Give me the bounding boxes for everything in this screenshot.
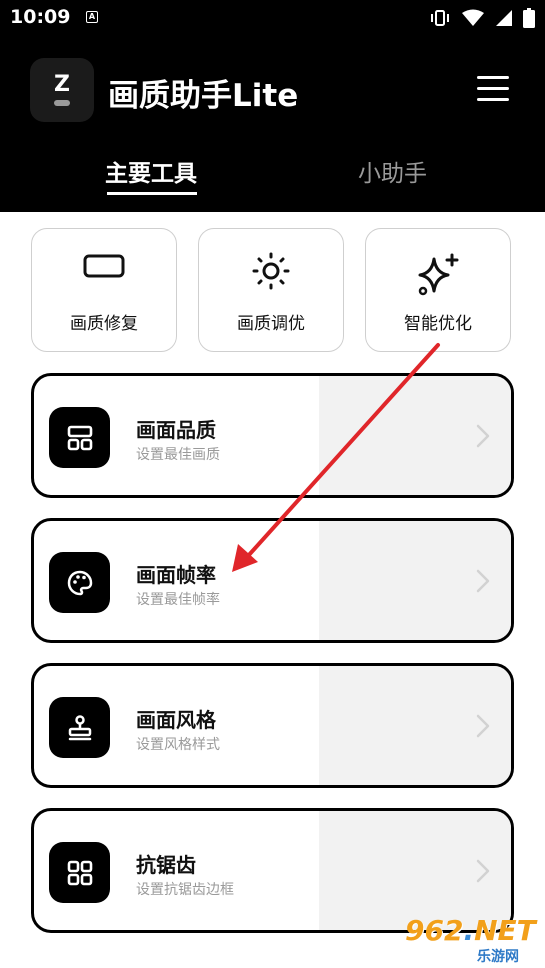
tab-active-indicator: [107, 192, 197, 195]
feature-icon-box: [49, 842, 110, 903]
chevron-right-icon: [476, 714, 490, 738]
tab-helper[interactable]: 小助手: [358, 154, 427, 188]
app-title: 画质助手Lite: [108, 78, 299, 114]
tool-smart-optimize[interactable]: 智能优化: [365, 228, 511, 352]
logo-tag: [54, 100, 70, 106]
chevron-right-icon: [476, 569, 490, 593]
chevron-right-icon: [476, 859, 490, 883]
logo-letter: Z: [54, 72, 70, 97]
wifi-icon: [462, 9, 484, 26]
sun-icon: [252, 252, 290, 290]
signal-icon: [496, 10, 512, 26]
palette-icon: [67, 570, 92, 595]
battery-icon: [523, 8, 535, 28]
feature-title: 画面风格: [136, 708, 216, 732]
feature-card-image-quality[interactable]: 画面品质 设置最佳画质: [31, 373, 514, 498]
feature-icon-box: [49, 552, 110, 613]
sparkle-icon: [418, 253, 459, 296]
app-header: Z 画质助手Lite 主要工具 小助手: [0, 36, 545, 212]
rectangle-icon: [83, 254, 125, 278]
four-squares-icon: [67, 860, 92, 885]
status-time: 10:09: [10, 6, 71, 28]
system-icons: [429, 8, 535, 28]
feature-subtitle: 设置抗锯齿边框: [136, 882, 234, 898]
watermark-site: 乐游网: [477, 949, 519, 965]
feature-subtitle: 设置最佳画质: [136, 447, 220, 463]
feature-icon-box: [49, 697, 110, 758]
watermark-logo: 962.NET 乐游网: [405, 914, 536, 965]
watermark-number: 962: [405, 914, 464, 947]
tool-label: 画质调优: [237, 314, 305, 334]
feature-card-style[interactable]: 画面风格 设置风格样式: [31, 663, 514, 788]
feature-title: 画面帧率: [136, 563, 216, 587]
tab-main-tools[interactable]: 主要工具: [105, 154, 197, 188]
chevron-right-icon: [476, 424, 490, 448]
watermark-net: NET: [474, 914, 536, 947]
vibrate-icon: [431, 10, 449, 26]
app-logo: Z: [30, 58, 94, 122]
tool-label: 画质修复: [70, 314, 138, 334]
tool-label: 智能优化: [404, 314, 472, 334]
feature-icon-box: [49, 407, 110, 468]
tool-quality-tune[interactable]: 画质调优: [198, 228, 344, 352]
feature-title: 抗锯齿: [136, 853, 196, 877]
hamburger-menu-icon[interactable]: [475, 74, 511, 104]
feature-subtitle: 设置风格样式: [136, 737, 220, 753]
layout-grid-icon: [67, 425, 92, 450]
feature-subtitle: 设置最佳帧率: [136, 592, 220, 608]
tool-quality-repair[interactable]: 画质修复: [31, 228, 177, 352]
feature-title: 画面品质: [136, 418, 216, 442]
feature-card-frame-rate[interactable]: 画面帧率 设置最佳帧率: [31, 518, 514, 643]
stamp-icon: [68, 714, 91, 740]
notification-icon: A: [86, 11, 98, 23]
status-bar: 10:09 A: [0, 0, 545, 36]
